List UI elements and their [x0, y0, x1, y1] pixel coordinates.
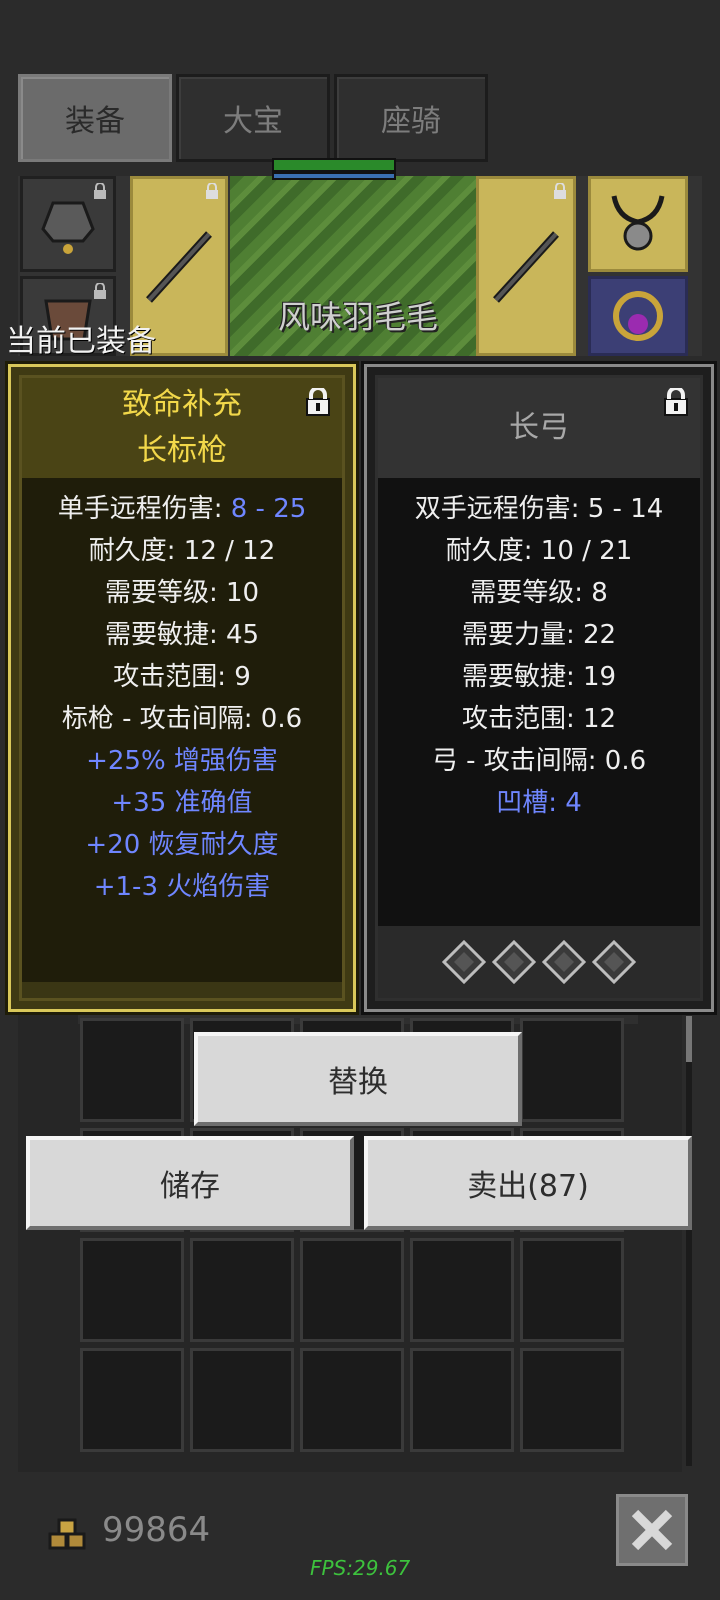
- affix-line: +25% 增强伤害: [86, 746, 278, 776]
- inventory-slot[interactable]: [410, 1348, 514, 1452]
- affix-line: +20 恢复耐久度: [85, 830, 279, 860]
- inventory-slot[interactable]: [520, 1018, 624, 1122]
- inventory-scroll-thumb[interactable]: [686, 1016, 692, 1062]
- empty-socket-icon: [592, 940, 636, 984]
- stat-line: 弓 - 攻击间隔: 0.6: [431, 746, 647, 776]
- inventory-slot[interactable]: [520, 1348, 624, 1452]
- close-icon: [631, 1509, 673, 1551]
- equipped-label: 当前已装备: [6, 324, 156, 359]
- equipped-item-name: 长标枪: [137, 433, 227, 468]
- empty-socket-icon: [492, 940, 536, 984]
- stat-line: 攻击范围: 12: [461, 704, 617, 734]
- inventory-slot[interactable]: [190, 1238, 294, 1342]
- equip-slot-helmet[interactable]: [20, 176, 116, 272]
- equipped-item-header: 致命补充 长标枪: [22, 378, 342, 478]
- equipped-item-prefix: 致命补充: [122, 387, 242, 422]
- stat-line: 双手远程伤害: 5 - 14: [414, 494, 664, 524]
- lock-icon: [554, 183, 566, 199]
- helmet-icon: [41, 201, 95, 254]
- equipped-item-stats: 单手远程伤害: 8 - 25 耐久度: 12 / 12 需要等级: 10 需要敏…: [22, 488, 342, 908]
- tab-equipment[interactable]: 装备: [18, 74, 172, 162]
- ring-icon: [613, 291, 663, 341]
- inventory-slot[interactable]: [300, 1348, 404, 1452]
- inventory-slot[interactable]: [80, 1018, 184, 1122]
- stat-line: 需要等级: 8: [470, 578, 608, 608]
- stat-line: 耐久度: 10 / 21: [445, 536, 633, 566]
- affix-line: +35 准确值: [111, 788, 253, 818]
- inventory-scrollbar[interactable]: [686, 1016, 692, 1466]
- stat-line: 需要敏捷: 19: [461, 662, 617, 692]
- amulet-icon: [611, 195, 665, 251]
- fps-counter: FPS:29.67: [310, 1556, 411, 1580]
- tab-mount[interactable]: 座骑: [334, 74, 488, 162]
- lock-icon: [94, 283, 106, 299]
- stat-damage-label: 单手远程伤害:: [57, 494, 231, 524]
- stat-damage: 单手远程伤害: 8 - 25: [22, 488, 342, 530]
- stat-line: 需要敏捷: 45: [104, 620, 260, 650]
- affix-line: +1-3 火焰伤害: [93, 872, 271, 902]
- equip-slot-ring[interactable]: [588, 276, 688, 356]
- compared-item-name: 长弓: [509, 410, 569, 445]
- inventory-slot[interactable]: [410, 1238, 514, 1342]
- equipped-item-card: 致命补充 长标枪 单手远程伤害: 8 - 25 耐久度: 12 / 12 需要等…: [8, 364, 356, 1012]
- sockets-label: 凹槽: 4: [496, 788, 582, 818]
- lock-icon: [206, 183, 218, 199]
- lock-icon[interactable]: [664, 388, 688, 416]
- inventory-slot[interactable]: [80, 1348, 184, 1452]
- stat-line: 耐久度: 12 / 12: [88, 536, 276, 566]
- inventory-slot[interactable]: [520, 1238, 624, 1342]
- socket-row: [378, 926, 700, 998]
- stat-damage-value: 8 - 25: [230, 494, 307, 524]
- tab-treasure[interactable]: 大宝: [176, 74, 330, 162]
- card-footer: [22, 982, 342, 998]
- spear-icon: [493, 231, 559, 303]
- store-button[interactable]: 储存: [26, 1136, 354, 1230]
- compared-item-header: 长弓: [378, 378, 700, 478]
- mana-bar: [272, 172, 396, 180]
- compared-item-card: 长弓 双手远程伤害: 5 - 14 耐久度: 10 / 21 需要等级: 8 需…: [364, 364, 714, 1012]
- equip-slot-amulet[interactable]: [588, 176, 688, 272]
- empty-socket-icon: [542, 940, 586, 984]
- inventory-slot[interactable]: [80, 1238, 184, 1342]
- stat-line: 攻击范围: 9: [113, 662, 251, 692]
- equip-slot-off-hand[interactable]: [476, 176, 576, 356]
- tab-bar: 装备 大宝 座骑: [18, 74, 488, 162]
- lock-icon: [94, 183, 106, 199]
- sell-button[interactable]: 卖出(87): [364, 1136, 692, 1230]
- inventory-slot[interactable]: [190, 1348, 294, 1452]
- inventory-slot[interactable]: [300, 1238, 404, 1342]
- close-button[interactable]: [616, 1494, 688, 1566]
- gold-coins-icon: [48, 1518, 86, 1550]
- gold-amount: 99864: [102, 1510, 211, 1550]
- lock-icon[interactable]: [306, 388, 330, 416]
- stat-line: 需要等级: 10: [104, 578, 260, 608]
- stat-line: 需要力量: 22: [461, 620, 617, 650]
- compared-item-stats: 双手远程伤害: 5 - 14 耐久度: 10 / 21 需要等级: 8 需要力量…: [378, 488, 700, 824]
- health-bar: [272, 158, 396, 172]
- javelin-icon: [146, 231, 212, 303]
- replace-button[interactable]: 替换: [194, 1032, 522, 1126]
- empty-socket-icon: [442, 940, 486, 984]
- stat-line: 标枪 - 攻击间隔: 0.6: [61, 704, 303, 734]
- character-name: 风味羽毛毛: [277, 298, 438, 336]
